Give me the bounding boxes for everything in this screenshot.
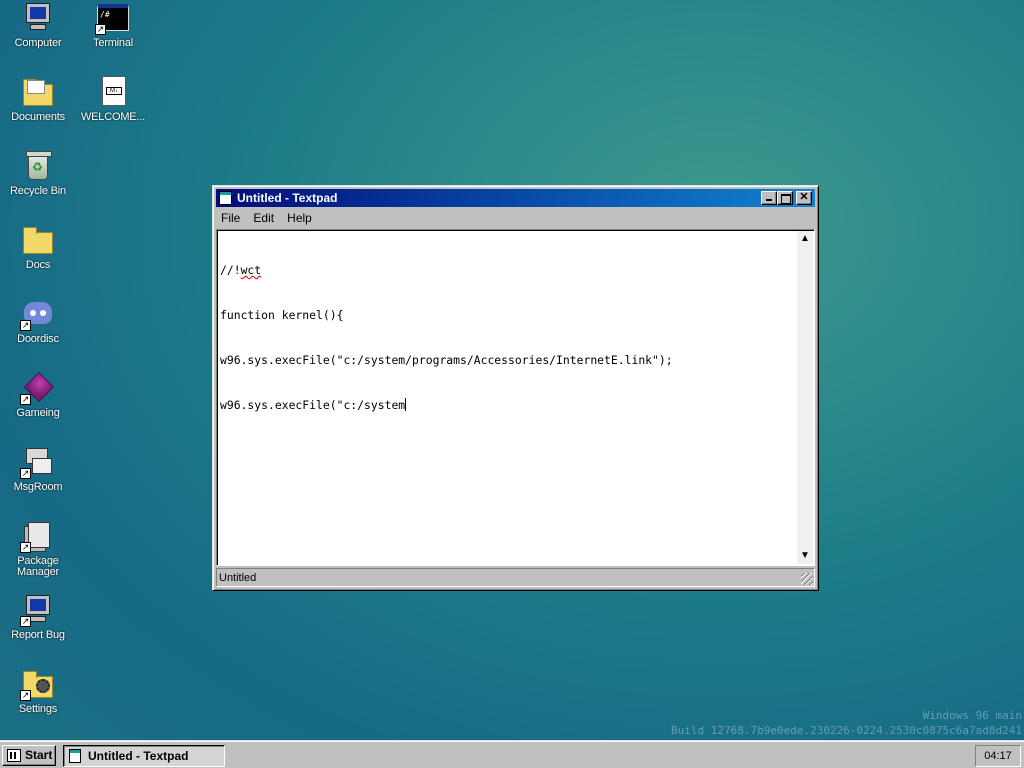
shortcut-arrow-icon: ↗ [20,320,31,331]
shortcut-arrow-icon: ↗ [20,468,31,479]
settings-icon: ↗ [20,668,54,701]
scroll-down-arrow-icon[interactable]: ▼ [797,548,813,564]
shortcut-arrow-icon: ↗ [20,394,31,405]
shortcut-arrow-icon: ↗ [20,616,31,627]
desktop-icon-label: Terminal [93,37,133,49]
desktop-icon-label: Documents [11,111,65,123]
desktop-icon-docs[interactable]: Docs [1,224,75,271]
watermark-line-2: Build 12768.7b9e0ede.230226-0224.2530c08… [671,724,1022,737]
taskbar: Start Untitled - Textpad 04:17 [0,740,1024,768]
desktop-icon-label: Recycle Bin [10,185,66,197]
desktop-icon-welcome[interactable]: M↓ WELCOME... [76,76,150,123]
start-button[interactable]: Start [2,745,56,766]
report-bug-icon: ↗ [20,594,54,627]
desktop-icon-report-bug[interactable]: ↗ Report Bug [1,594,75,641]
desktop-icon-label: WELCOME... [80,111,145,123]
desktop-icon-label: Package Manager [16,555,59,578]
textpad-app-icon [219,191,232,205]
editor-line: w96.sys.execFile("c:/system/programs/Acc… [220,353,673,367]
recycle-bin-icon [22,150,54,182]
computer-icon [22,2,54,34]
window-title: Untitled - Textpad [237,191,338,205]
text-editor[interactable]: //!wct function kernel(){ w96.sys.execFi… [216,229,815,566]
editor-line: function kernel(){ [220,308,344,322]
clock-text: 04:17 [984,750,1012,762]
shortcut-arrow-icon: ↗ [20,542,31,553]
menubar: File Edit Help [216,209,815,227]
folder-icon [22,224,54,256]
taskbar-item-label: Untitled - Textpad [88,749,189,763]
editor-line: w96.sys.execFile("c:/system [220,398,407,412]
build-watermark: Windows 96 main Build 12768.7b9e0ede.230… [671,709,1022,737]
desktop: Computer /# ↗ Terminal Documents M↓ WELCO… [0,0,1024,740]
shortcut-arrow-icon: ↗ [20,690,31,701]
start-logo-icon [7,749,21,762]
menu-file[interactable]: File [216,209,245,227]
desktop-icon-documents[interactable]: Documents [1,76,75,123]
vertical-scrollbar[interactable]: ▲ ▼ [797,231,813,564]
status-bar: Untitled [216,568,815,587]
minimize-button[interactable] [761,191,777,205]
discord-icon: ↗ [20,298,54,331]
package-manager-icon: ↗ [20,520,54,553]
system-tray-clock[interactable]: 04:17 [975,745,1021,767]
scroll-up-arrow-icon[interactable]: ▲ [797,231,813,247]
desktop-icon-package-manager[interactable]: ↗ Package Manager [1,520,75,578]
desktop-icon-msgroom[interactable]: ↗ MsgRoom [1,446,75,493]
documents-folder-icon [22,76,54,108]
desktop-icon-label: Gameing [16,407,60,419]
desktop-icon-gameing[interactable]: ↗ Gameing [1,371,75,419]
desktop-icon-doordisc[interactable]: ↗ Doordisc [1,298,75,345]
watermark-line-1: Windows 96 main [922,709,1022,722]
desktop-icon-terminal[interactable]: /# ↗ Terminal [76,2,150,49]
start-label: Start [25,748,53,762]
resize-grip-icon[interactable] [801,573,813,585]
game-cube-icon: ↗ [20,371,55,405]
textpad-app-icon [69,749,81,763]
desktop-icon-settings[interactable]: ↗ Settings [1,668,75,715]
terminal-icon: /# ↗ [95,2,129,35]
desktop-icon-computer[interactable]: Computer [1,2,75,49]
markdown-file-icon: M↓ [97,76,129,108]
menu-help[interactable]: Help [282,209,317,227]
close-button[interactable]: ✕ [796,191,812,205]
desktop-icon-label: Doordisc [17,333,59,345]
window-titlebar[interactable]: Untitled - Textpad ✕ [216,189,815,207]
menu-edit[interactable]: Edit [248,209,279,227]
status-text: Untitled [219,572,257,584]
desktop-icon-label: Settings [18,703,58,715]
taskbar-item-textpad[interactable]: Untitled - Textpad [63,745,225,767]
msgroom-icon: ↗ [20,446,54,479]
desktop-icon-recycle-bin[interactable]: Recycle Bin [1,150,75,197]
desktop-icon-label: Report Bug [11,629,65,641]
editor-content[interactable]: //!wct function kernel(){ w96.sys.execFi… [220,233,794,563]
desktop-icon-label: Computer [14,37,62,49]
text-caret [405,398,407,411]
textpad-window[interactable]: Untitled - Textpad ✕ File Edit Help //!w… [212,185,819,591]
desktop-icon-label: MsgRoom [13,481,63,493]
maximize-button[interactable] [777,191,793,205]
editor-line: //!wct [220,263,262,277]
desktop-icon-label: Docs [25,259,51,271]
shortcut-arrow-icon: ↗ [95,24,106,35]
spellcheck-flagged-word: wct [240,263,262,277]
